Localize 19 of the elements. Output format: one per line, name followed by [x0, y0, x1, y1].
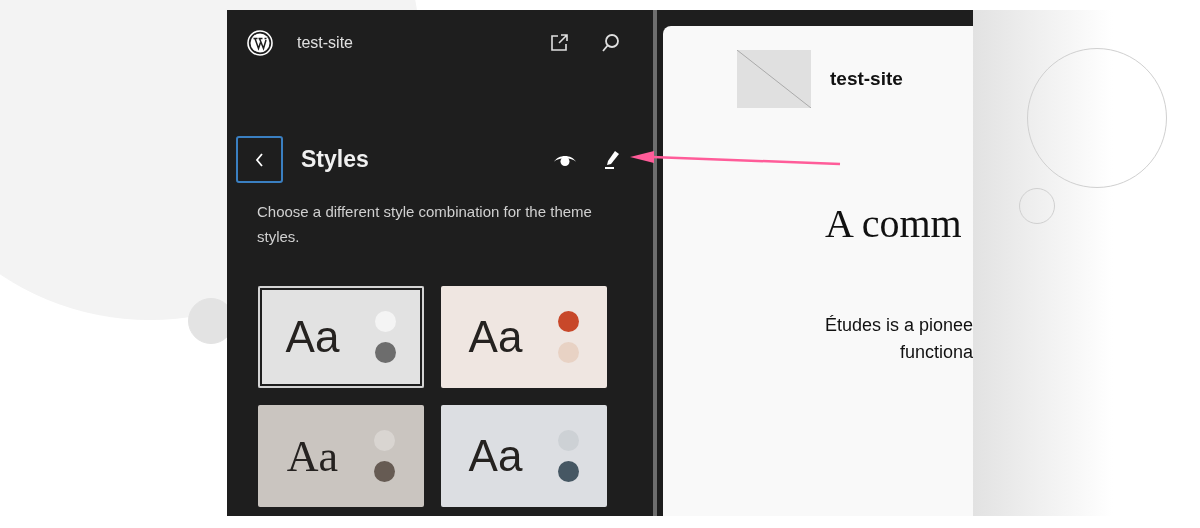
preview-paragraph: Études is a pionee — [824, 315, 973, 336]
typography-sample: Aa — [285, 312, 340, 362]
preview-paragraph: functiona — [899, 342, 973, 363]
style-variation-card[interactable]: Aa — [258, 405, 424, 507]
preview-site-name: test-site — [830, 68, 903, 90]
back-button[interactable] — [236, 136, 283, 183]
site-name: test-site — [297, 34, 354, 52]
panel-title: Styles — [301, 146, 370, 173]
style-variation-card[interactable]: Aa — [441, 286, 607, 388]
logo-placeholder-icon — [737, 50, 811, 108]
chevron-left-icon — [254, 151, 265, 168]
style-variation-card[interactable]: Aa — [441, 405, 607, 507]
preview-heading: A comm — [825, 200, 963, 247]
typography-sample: Aa — [468, 431, 523, 481]
typography-sample: Aa — [286, 430, 339, 482]
typography-sample: Aa — [468, 312, 523, 362]
panel-description: Choose a different style combination for the theme styles. — [257, 202, 593, 247]
wordpress-logo-icon[interactable] — [247, 30, 273, 56]
style-variation-card[interactable]: Aa — [258, 286, 424, 388]
